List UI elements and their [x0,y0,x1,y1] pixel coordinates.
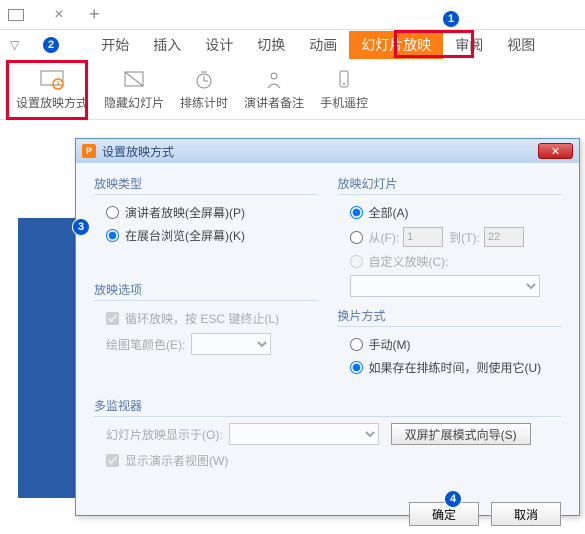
radio-presenter[interactable]: 演讲者放映(全屏幕)(P) [94,201,318,224]
slide-panel-background [18,218,78,498]
presenter-notes-icon [262,68,286,92]
tab-close-icon[interactable]: × [49,6,69,24]
setup-show-button[interactable]: 设置放映方式 [8,64,96,115]
presenter-notes-button[interactable]: 演讲者备注 [236,64,312,115]
quick-access-dropdown[interactable]: ▽ [10,38,19,52]
hide-slide-icon [122,68,146,92]
annotation-badge-1: 1 [442,10,460,28]
hide-slide-label: 隐藏幻灯片 [104,94,164,111]
radio-from-to[interactable]: 从(F): 到(T): [338,224,562,250]
group-options: 放映选项 [94,281,318,301]
radio-all-slides[interactable]: 全部(A) [338,201,562,224]
dialog-title-text: 设置放映方式 [102,143,174,160]
tab-view[interactable]: 视图 [495,31,547,59]
from-label: 从(F): [369,229,400,246]
radio-kiosk-label: 在展台浏览(全屏幕)(K) [125,227,245,244]
group-advance: 换片方式 [338,307,562,327]
setup-show-icon [40,68,64,92]
document-tab-icon [8,9,24,21]
radio-all-label: 全部(A) [369,204,409,221]
to-input[interactable] [484,227,524,247]
display-on-label: 幻灯片放映显示于(O): [106,426,223,443]
ribbon-bar: 设置放映方式 隐藏幻灯片 排练计时 演讲者备注 手机遥控 [0,60,585,120]
presenter-notes-label: 演讲者备注 [244,94,304,111]
dialog-titlebar: P 设置放映方式 ✕ [76,139,579,163]
dialog-footer: 确定 取消 [76,494,579,534]
rehearse-button[interactable]: 排练计时 [172,64,236,115]
group-slides: 放映幻灯片 [338,175,562,195]
tab-transition[interactable]: 切换 [245,31,297,59]
tab-design[interactable]: 设计 [193,31,245,59]
check-loop-label: 循环放映，按 ESC 键终止(L) [125,310,279,327]
ok-button[interactable]: 确定 [409,502,479,526]
radio-custom-show: 自定义放映(C): [338,250,562,273]
display-on-select [229,423,379,445]
tab-start[interactable]: 开始 [89,31,141,59]
dialog-body: 放映类型 演讲者放映(全屏幕)(P) 在展台浏览(全屏幕)(K) 放映选项 循环… [76,163,579,494]
ribbon-tabstrip: ▽ 开始 插入 设计 切换 动画 幻灯片放映 审阅 视图 [0,30,585,60]
radio-custom-label: 自定义放映(C): [369,253,449,270]
phone-remote-button[interactable]: 手机遥控 [312,64,376,115]
check-presenter-label: 显示演示者视图(W) [125,452,228,469]
pen-color-select [191,333,271,355]
dual-screen-wizard-button[interactable]: 双屏扩展模式向导(S) [391,423,531,445]
to-label: 到(T): [449,229,480,246]
setup-show-dialog: P 设置放映方式 ✕ 放映类型 演讲者放映(全屏幕)(P) 在展台浏览(全屏幕)… [75,138,580,516]
radio-manual[interactable]: 手动(M) [338,333,562,356]
phone-remote-label: 手机遥控 [320,94,368,111]
custom-show-select [350,275,540,297]
phone-remote-icon [332,68,356,92]
radio-kiosk[interactable]: 在展台浏览(全屏幕)(K) [94,224,318,247]
pen-color-label: 绘图笔颜色(E): [106,336,185,353]
radio-manual-label: 手动(M) [369,336,411,353]
from-input[interactable] [403,227,443,247]
radio-use-timing[interactable]: 如果存在排练时间，则使用它(U) [338,356,562,379]
group-show-type: 放映类型 [94,175,318,195]
app-p-icon: P [82,144,96,158]
rehearse-label: 排练计时 [180,94,228,111]
radio-timing-label: 如果存在排练时间，则使用它(U) [369,359,542,376]
pen-color-row: 绘图笔颜色(E): [94,330,318,358]
rehearse-icon [192,68,216,92]
annotation-badge-4: 4 [444,490,462,508]
tab-slideshow[interactable]: 幻灯片放映 [349,31,443,59]
group-multimonitor: 多监视器 [94,397,561,417]
window-tabbar: × + [0,0,585,30]
check-loop: 循环放映，按 ESC 键终止(L) [94,307,318,330]
radio-presenter-label: 演讲者放映(全屏幕)(P) [125,204,245,221]
cancel-button[interactable]: 取消 [491,502,561,526]
new-tab-button[interactable]: + [89,4,100,25]
tab-review[interactable]: 审阅 [443,31,495,59]
check-presenter-view: 显示演示者视图(W) [94,449,561,472]
tab-animation[interactable]: 动画 [297,31,349,59]
dialog-close-button[interactable]: ✕ [538,143,573,159]
tab-insert[interactable]: 插入 [141,31,193,59]
hide-slide-button[interactable]: 隐藏幻灯片 [96,64,172,115]
annotation-badge-3: 3 [72,218,90,236]
annotation-badge-2: 2 [42,36,60,54]
setup-show-label: 设置放映方式 [16,94,88,111]
